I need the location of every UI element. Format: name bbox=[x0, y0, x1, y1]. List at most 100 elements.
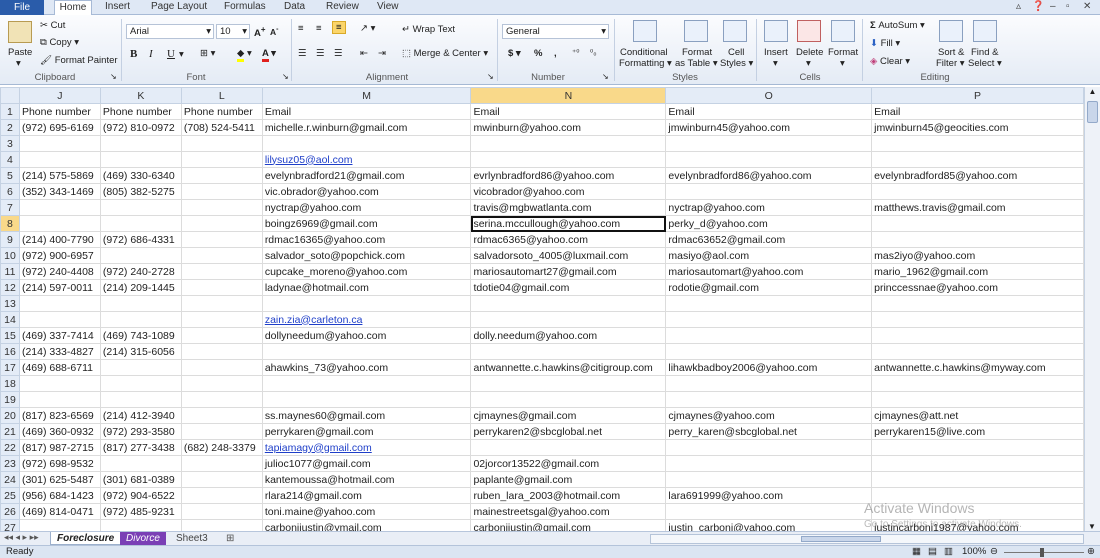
font-launcher-icon[interactable]: ↘ bbox=[282, 72, 289, 81]
column-header-K[interactable]: K bbox=[99, 87, 182, 104]
cell-L18[interactable] bbox=[180, 375, 263, 392]
cell-J9[interactable]: (214) 400-7790 bbox=[18, 231, 101, 248]
cell-M2[interactable]: michelle.r.winburn@gmail.com bbox=[261, 119, 472, 136]
cell-M27[interactable]: carbonijustin@ymail.com bbox=[261, 519, 472, 531]
merge-center-button[interactable]: ⬚ Merge & Center ▾ bbox=[402, 48, 488, 59]
conditional-formatting-icon[interactable] bbox=[633, 20, 657, 42]
cell-K7[interactable] bbox=[99, 199, 182, 216]
cell-O15[interactable] bbox=[665, 327, 873, 344]
row-header[interactable]: 1 bbox=[0, 103, 20, 120]
cell-L20[interactable] bbox=[180, 407, 263, 424]
grow-font-button[interactable]: A+ bbox=[254, 25, 266, 39]
cell-J15[interactable]: (469) 337-7414 bbox=[18, 327, 101, 344]
cell-P2[interactable]: jmwinburn45@geocities.com bbox=[871, 119, 1084, 136]
zoom-slider-thumb[interactable] bbox=[1040, 548, 1044, 557]
cell-L24[interactable] bbox=[180, 471, 263, 488]
zoom-slider[interactable] bbox=[1004, 552, 1084, 553]
cell-P22[interactable] bbox=[871, 439, 1084, 456]
cell-N15[interactable]: dolly.needum@yahoo.com bbox=[470, 327, 667, 344]
cell-K6[interactable]: (805) 382-5275 bbox=[99, 183, 182, 200]
cell-O4[interactable] bbox=[665, 151, 873, 168]
format-painter-button[interactable]: 🖌 Format Painter bbox=[40, 55, 118, 66]
conditional-formatting-sub[interactable]: Formatting ▾ bbox=[619, 58, 672, 69]
column-header-P[interactable]: P bbox=[871, 87, 1084, 104]
cell-J24[interactable]: (301) 625-5487 bbox=[18, 471, 101, 488]
tab-data[interactable]: Data bbox=[284, 0, 305, 15]
cell-M15[interactable]: dollyneedum@yahoo.com bbox=[261, 327, 472, 344]
cell-P4[interactable] bbox=[871, 151, 1084, 168]
row-header[interactable]: 14 bbox=[0, 311, 20, 328]
cell-N19[interactable] bbox=[470, 391, 667, 408]
tab-file[interactable]: File bbox=[0, 0, 44, 15]
cell-J19[interactable] bbox=[18, 391, 101, 408]
cell-K13[interactable] bbox=[99, 295, 182, 312]
cell-J13[interactable] bbox=[18, 295, 101, 312]
cell-J11[interactable]: (972) 240-4408 bbox=[18, 263, 101, 280]
decrease-decimal-icon[interactable]: ⁰₀ bbox=[590, 48, 597, 57]
decrease-indent-icon[interactable]: ⇤ bbox=[360, 48, 368, 59]
delete-cells-icon[interactable] bbox=[797, 20, 821, 42]
cell-P3[interactable] bbox=[871, 135, 1084, 152]
align-right-icon[interactable]: ☰ bbox=[334, 48, 343, 59]
cell-O13[interactable] bbox=[665, 295, 873, 312]
cell-N18[interactable] bbox=[470, 375, 667, 392]
column-header-M[interactable]: M bbox=[261, 87, 472, 104]
insert-cells-button[interactable]: Insert bbox=[764, 47, 788, 58]
cell-M1[interactable]: Email bbox=[261, 103, 472, 120]
font-color-button[interactable]: A ▾ bbox=[262, 48, 276, 62]
sheet-nav-icons[interactable]: ◂◂ ◂ ▸ ▸▸ bbox=[4, 532, 39, 543]
wrap-text-button[interactable]: ↵ Wrap Text bbox=[402, 24, 455, 35]
normal-view-icon[interactable]: ▦ bbox=[912, 546, 921, 558]
cell-J26[interactable]: (469) 814-0471 bbox=[18, 503, 101, 520]
cell-L19[interactable] bbox=[180, 391, 263, 408]
cell-J23[interactable]: (972) 698-9532 bbox=[18, 455, 101, 472]
row-header[interactable]: 17 bbox=[0, 359, 20, 376]
cell-K12[interactable]: (214) 209-1445 bbox=[99, 279, 182, 296]
cell-P10[interactable]: mas2iyo@yahoo.com bbox=[871, 247, 1084, 264]
delete-cells-button[interactable]: Delete bbox=[796, 47, 823, 58]
cell-M21[interactable]: perrykaren@gmail.com bbox=[261, 423, 472, 440]
row-header[interactable]: 24 bbox=[0, 471, 20, 488]
cell-J21[interactable]: (469) 360-0932 bbox=[18, 423, 101, 440]
row-header[interactable]: 23 bbox=[0, 455, 20, 472]
cell-L27[interactable] bbox=[180, 519, 263, 531]
format-as-table-icon[interactable] bbox=[684, 20, 708, 42]
cell-K3[interactable] bbox=[99, 135, 182, 152]
cell-N8[interactable]: serina.mccullough@yahoo.com bbox=[470, 215, 667, 232]
sheet-tab-divorce[interactable]: Divorce bbox=[120, 532, 166, 545]
cell-N11[interactable]: mariosautomart27@gmail.com bbox=[470, 263, 667, 280]
cell-M10[interactable]: salvador_soto@popchick.com bbox=[261, 247, 472, 264]
cell-J6[interactable]: (352) 343-1469 bbox=[18, 183, 101, 200]
cell-L6[interactable] bbox=[180, 183, 263, 200]
cell-M20[interactable]: ss.maynes60@gmail.com bbox=[261, 407, 472, 424]
row-header[interactable]: 5 bbox=[0, 167, 20, 184]
cell-M5[interactable]: evelynbradford21@gmail.com bbox=[261, 167, 472, 184]
tab-review[interactable]: Review bbox=[326, 0, 359, 15]
cell-O21[interactable]: perry_karen@sbcglobal.net bbox=[665, 423, 873, 440]
align-bottom-icon[interactable]: ≡ bbox=[332, 21, 346, 34]
cell-M25[interactable]: rlara214@gmail.com bbox=[261, 487, 472, 504]
binoculars-icon[interactable] bbox=[973, 20, 997, 42]
scroll-thumb[interactable] bbox=[1087, 101, 1098, 123]
cell-P6[interactable] bbox=[871, 183, 1084, 200]
autosum-button[interactable]: Σ AutoSum ▾ bbox=[870, 20, 925, 31]
insert-cells-icon[interactable] bbox=[764, 20, 788, 42]
sort-filter-sub[interactable]: Filter ▾ bbox=[936, 58, 965, 69]
cell-P12[interactable]: princcessnae@yahoo.com bbox=[871, 279, 1084, 296]
row-header[interactable]: 16 bbox=[0, 343, 20, 360]
cell-O6[interactable] bbox=[665, 183, 873, 200]
cell-K27[interactable] bbox=[99, 519, 182, 531]
format-as-table-button[interactable]: Format bbox=[682, 47, 712, 58]
cell-O19[interactable] bbox=[665, 391, 873, 408]
cell-P19[interactable] bbox=[871, 391, 1084, 408]
cell-N1[interactable]: Email bbox=[470, 103, 667, 120]
scroll-down-icon[interactable]: ▼ bbox=[1085, 522, 1099, 531]
cell-M24[interactable]: kantemoussa@hotmail.com bbox=[261, 471, 472, 488]
clear-button[interactable]: ◈ Clear ▾ bbox=[870, 56, 910, 67]
clipboard-launcher-icon[interactable]: ↘ bbox=[110, 72, 117, 81]
cell-K24[interactable]: (301) 681-0389 bbox=[99, 471, 182, 488]
cell-O11[interactable]: mariosautomart@yahoo.com bbox=[665, 263, 873, 280]
cell-J16[interactable]: (214) 333-4827 bbox=[18, 343, 101, 360]
cell-O25[interactable]: lara691999@yahoo.com bbox=[665, 487, 873, 504]
underline-button[interactable]: U bbox=[167, 48, 175, 60]
